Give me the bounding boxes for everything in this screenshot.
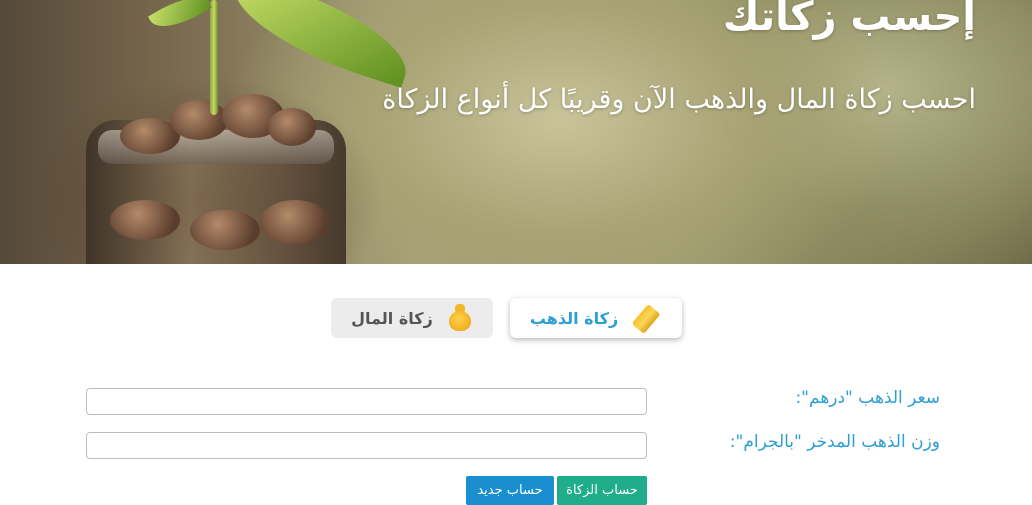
gold-price-label: سعر الذهب "درهم": [795, 388, 940, 408]
tab-gold-label: زكاة الذهب [529, 308, 619, 328]
gold-price-input[interactable] [86, 388, 647, 415]
calculate-zakat-button[interactable]: حساب الزكاة [557, 476, 647, 505]
tab-money-zakat[interactable]: زكاة المال [331, 298, 493, 338]
gold-weight-label: وزن الذهب المدخر "بالجرام": [729, 432, 940, 452]
page-title: إحسب زكاتك [722, 0, 976, 40]
gold-bar-icon [631, 303, 662, 335]
page-subtitle: احسب زكاة المال والذهب الآن وقريبًا كل أ… [382, 84, 976, 115]
tab-gold-zakat[interactable]: زكاة الذهب [510, 298, 682, 338]
money-bag-icon [447, 304, 473, 332]
hero-banner: إحسب زكاتك احسب زكاة المال والذهب الآن و… [0, 0, 1032, 264]
tab-money-label: زكاة المال [351, 308, 433, 328]
gold-weight-input[interactable] [86, 432, 647, 459]
new-calculation-button[interactable]: حساب جديد [466, 476, 554, 505]
